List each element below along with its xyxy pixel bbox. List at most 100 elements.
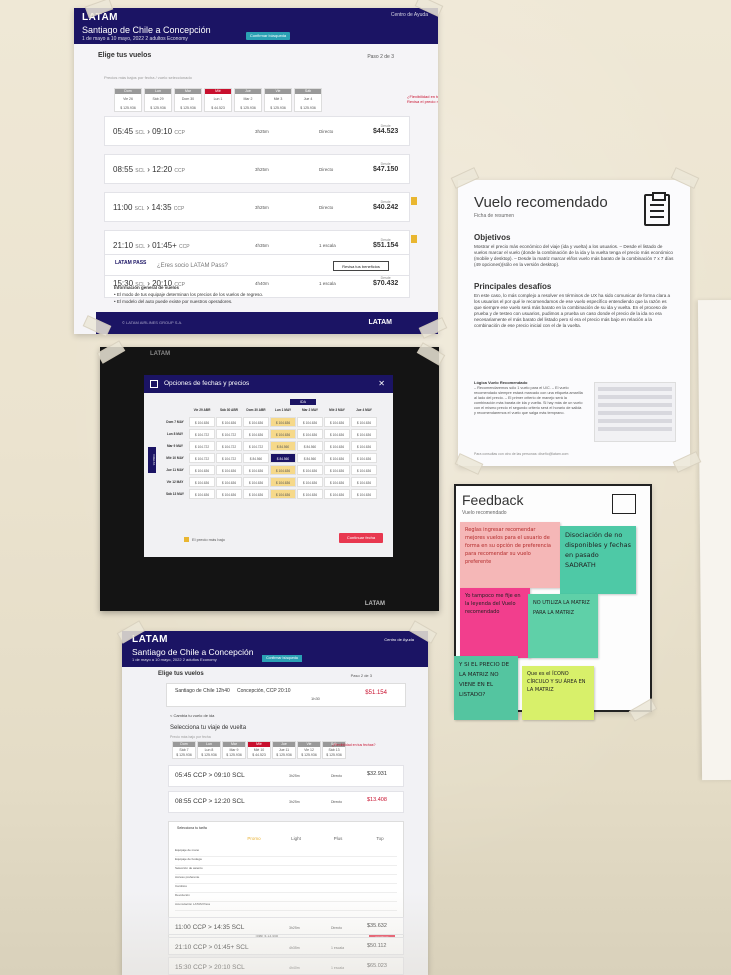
matrix-price-cell[interactable]: $ 84.560 <box>243 453 269 463</box>
date-cell[interactable]: Mar Dom 30 $ 125.936 <box>174 88 202 112</box>
matrix-price-cell[interactable]: $ 104.722 <box>189 453 215 463</box>
date-label: Mar 9 <box>229 748 239 752</box>
matrix-price-cell[interactable]: $ 104.636 <box>351 453 377 463</box>
matrix-price-cell[interactable]: $ 104.722 <box>243 441 269 451</box>
matrix-price-cell[interactable]: $ 104.636 <box>297 477 323 487</box>
matrix-price-cell[interactable]: $ 104.636 <box>216 417 242 427</box>
matrix-price-cell[interactable]: $ 104.722 <box>189 429 215 439</box>
matrix-price-cell[interactable]: $ 104.636 <box>324 489 350 499</box>
continue-button[interactable]: Continuar fecha <box>339 533 383 543</box>
matrix-price-cell[interactable]: $ 104.636 <box>270 489 296 499</box>
matrix-price-cell[interactable]: $ 104.636 <box>351 477 377 487</box>
flexible-dates-link[interactable]: ¿Flexibilidad en tus fechas? <box>332 743 375 747</box>
matrix-price-cell[interactable]: $ 104.722 <box>216 441 242 451</box>
fare-column-header[interactable]: Top <box>359 836 401 841</box>
date-weekday: Mié <box>248 742 270 747</box>
date-cell[interactable]: Jue Mar 2 $ 125.936 <box>234 88 262 112</box>
matrix-price-cell[interactable]: $ 104.636 <box>216 477 242 487</box>
matrix-price-cell[interactable]: $ 104.636 <box>189 489 215 499</box>
poster-footer: © LATAM AIRLINES GROUP S.A. LATAM <box>96 312 438 334</box>
flight-row[interactable]: 08:55 SCL › 12:20 CCP 3h25m Directo Desde $4… <box>104 154 410 184</box>
date-price: $ 125.936 <box>301 753 317 757</box>
date-cell[interactable]: Vie Vie 12 $ 125.936 <box>297 741 321 759</box>
matrix-price-cell[interactable]: $ 104.636 <box>243 477 269 487</box>
matrix-row: Lun 8 MAY $ 104.722 $ 104.722 $ 104.636 $ 10… <box>162 429 378 439</box>
matrix-price-cell[interactable]: $ 104.722 <box>216 429 242 439</box>
flight-row[interactable]: 05:45 CCP > 09:10 SCL 3h25m Directo $32.931 <box>168 765 404 787</box>
close-icon[interactable]: ✕ <box>378 375 385 393</box>
date-cell[interactable]: Dom Sáb 7 $ 125.936 <box>172 741 196 759</box>
latam-logo: LATAM <box>150 351 171 357</box>
date-label: Sáb 13 <box>328 748 340 752</box>
matrix-price-cell[interactable]: $ 104.636 <box>324 465 350 475</box>
confirm-search-button[interactable]: Confirmar búsqueda <box>246 32 290 40</box>
poster-return-flights: LATAM Santiago de Chile a Concepción 1 d… <box>122 631 428 975</box>
matrix-price-cell[interactable]: $ 104.636 <box>351 441 377 451</box>
date-cell[interactable]: Sáb Jue 4 $ 125.936 <box>294 88 322 112</box>
help-link[interactable]: Centro de Ayuda <box>391 12 428 18</box>
matrix-price-cell[interactable]: $ 104.636 <box>270 477 296 487</box>
matrix-price-cell[interactable]: $ 104.636 <box>270 465 296 475</box>
flight-row[interactable]: 05:45 SCL › 09:10 CCP 3h25m Directo Desde $4… <box>104 116 410 146</box>
date-cell[interactable]: Jue Jue 11 $ 125.936 <box>272 741 296 759</box>
matrix-price-cell[interactable]: $ 104.636 <box>324 477 350 487</box>
matrix-price-cell[interactable]: $ 104.636 <box>351 465 377 475</box>
matrix-price-cell[interactable]: $ 104.636 <box>189 465 215 475</box>
benefits-button[interactable]: Revisa tus beneficios <box>333 261 389 271</box>
matrix-price-cell[interactable]: $ 104.722 <box>216 453 242 463</box>
matrix-price-cell[interactable]: $ 104.636 <box>189 417 215 427</box>
matrix-price-cell[interactable]: $ 104.636 <box>324 429 350 439</box>
help-link[interactable]: Centro de Ayuda <box>384 637 414 642</box>
matrix-price-cell[interactable]: $ 84.560 <box>270 453 296 463</box>
price-note: Precios más bajos por fecha / vuelo sele… <box>104 75 192 80</box>
matrix-price-cell[interactable]: $ 104.636 <box>297 465 323 475</box>
matrix-price-cell[interactable]: $ 104.636 <box>243 429 269 439</box>
matrix-price-cell[interactable]: $ 104.636 <box>297 429 323 439</box>
flight-row[interactable]: 08:55 CCP > 12:20 SCL 3h25m Directo $13.408 <box>168 791 404 813</box>
matrix-price-cell[interactable]: $ 104.722 <box>189 441 215 451</box>
selected-origin: Santiago de Chile 12h40 <box>175 688 230 694</box>
matrix-price-cell[interactable]: $ 104.636 <box>216 489 242 499</box>
date-cell[interactable]: Dom Vie 26 $ 125.936 <box>114 88 142 112</box>
matrix-price-cell[interactable]: $ 104.636 <box>243 489 269 499</box>
matrix-price-cell[interactable]: $ 104.636 <box>324 441 350 451</box>
matrix-price-cell[interactable]: $ 104.636 <box>351 417 377 427</box>
date-label: Jue 4 <box>303 97 313 101</box>
matrix-price-cell[interactable]: $ 84.560 <box>270 441 296 451</box>
date-cell[interactable]: Lun Sáb 29 $ 125.936 <box>144 88 172 112</box>
matrix-row: Vie 12 MAY $ 104.636 $ 104.636 $ 104.636 $ 1… <box>162 477 378 487</box>
matrix-price-cell[interactable]: $ 104.636 <box>324 453 350 463</box>
matrix-price-cell[interactable]: $ 104.636 <box>270 429 296 439</box>
confirm-search-button[interactable]: Confirmar búsqueda <box>262 655 302 662</box>
matrix-price-cell[interactable]: $ 104.636 <box>243 465 269 475</box>
change-outbound-link[interactable]: < Cambia tu vuelo de ida <box>170 713 214 718</box>
matrix-price-cell[interactable]: $ 104.636 <box>216 465 242 475</box>
date-price: $ 44.523 <box>211 106 225 110</box>
mini-screenshot <box>594 382 676 442</box>
flexible-dates-link[interactable]: ¿Flexibilidad en tus fechas? Revisa el p… <box>407 94 438 104</box>
matrix-price-cell[interactable]: $ 84.560 <box>297 441 323 451</box>
matrix-price-cell[interactable]: $ 84.560 <box>297 453 323 463</box>
matrix-price-cell[interactable]: $ 104.636 <box>243 417 269 427</box>
date-cell[interactable]: Mié Mié 10 $ 44.523 <box>247 741 271 759</box>
partial-paper-edge <box>697 299 731 781</box>
matrix-price-cell[interactable]: $ 104.636 <box>324 417 350 427</box>
date-cell[interactable]: Mié Lun 1 $ 44.523 <box>204 88 232 112</box>
date-cell[interactable]: Mar Mar 9 $ 125.936 <box>222 741 246 759</box>
date-cell[interactable]: Lun Lun 8 $ 125.936 <box>197 741 221 759</box>
matrix-price-cell[interactable]: $ 104.636 <box>351 429 377 439</box>
date-price: $ 125.936 <box>300 106 316 110</box>
matrix-price-cell[interactable]: $ 104.636 <box>270 417 296 427</box>
matrix-price-cell[interactable]: $ 104.636 <box>297 417 323 427</box>
date-price: $ 44.523 <box>252 753 266 757</box>
recommended-flag-icon <box>411 197 417 205</box>
matrix-price-cell[interactable]: $ 104.636 <box>351 489 377 499</box>
matrix-price-cell[interactable]: $ 104.636 <box>189 477 215 487</box>
date-cell[interactable]: Vie Mié 3 $ 125.936 <box>264 88 292 112</box>
matrix-price-cell[interactable]: $ 104.636 <box>297 489 323 499</box>
fare-column-header[interactable]: Plus <box>317 836 359 841</box>
fare-column-header[interactable]: Promo <box>233 836 275 841</box>
date-label: Sáb 29 <box>152 97 164 101</box>
flight-row[interactable]: 11:00 SCL › 14:35 CCP 3h25m Directo Desde $4… <box>104 192 417 222</box>
fare-column-header[interactable]: Light <box>275 836 317 841</box>
